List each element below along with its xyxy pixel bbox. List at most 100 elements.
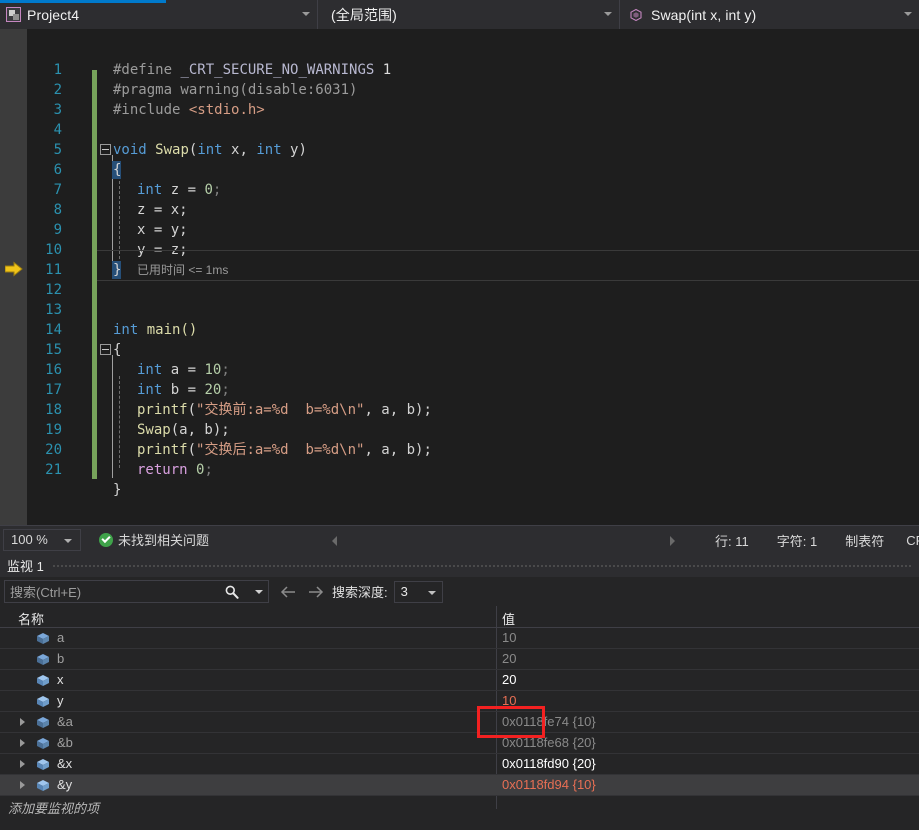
code-line-8: z = x; — [137, 202, 188, 218]
code-line-2: #pragma warning(disable:6031) — [113, 80, 357, 100]
code-line-13: int main() — [113, 320, 197, 340]
method-icon — [628, 7, 644, 23]
check-circle-icon — [99, 532, 113, 547]
watch-value[interactable]: 20 — [502, 651, 516, 666]
line-number: 18 — [45, 402, 62, 418]
chevron-down-icon — [904, 12, 912, 16]
line-number: 3 — [53, 102, 62, 118]
table-row[interactable]: &b 0x0118fe68 {20} — [0, 733, 919, 754]
magnifier-icon[interactable] — [224, 584, 240, 600]
line-number: 1 — [53, 62, 62, 78]
expand-chevron-icon[interactable] — [20, 781, 25, 789]
token-return: return — [137, 462, 188, 478]
line-number: 13 — [45, 302, 62, 318]
expand-chevron-icon[interactable] — [20, 760, 25, 768]
line-number: 19 — [45, 422, 62, 438]
watch-name: &b — [57, 735, 73, 750]
table-row[interactable]: y 10 — [0, 691, 919, 712]
zoom-level-dropdown[interactable]: 100 % — [3, 528, 81, 551]
token-brace: { — [113, 162, 122, 178]
token-fn-main: main() — [138, 322, 198, 338]
column-indicator: 字符: 1 — [776, 533, 818, 549]
line-number: 7 — [53, 182, 62, 198]
search-options-chevron-icon[interactable] — [255, 590, 263, 594]
line-number: 4 — [53, 122, 62, 138]
token-args: (a, b); — [170, 422, 230, 438]
code-line-14: { — [113, 340, 121, 360]
code-line-9: x = y; — [137, 222, 188, 238]
search-next-button[interactable] — [304, 581, 326, 603]
search-previous-button[interactable] — [278, 581, 300, 603]
expand-chevron-icon[interactable] — [20, 739, 25, 747]
status-bar-right-group: 行: 11 字符: 1 制表符 CR — [715, 526, 919, 554]
watch-value[interactable]: 0x0118fd94 {10} — [502, 777, 596, 792]
column-header-value[interactable]: 值 — [502, 609, 515, 628]
add-watch-item-placeholder: 添加要监视的项 — [8, 801, 100, 816]
token-paren: ( — [187, 402, 197, 418]
watch-name: x — [57, 672, 64, 687]
code-text-area[interactable]: #define _CRT_SECURE_NO_WARNINGS 1 #pragm… — [97, 29, 919, 525]
expand-chevron-icon[interactable] — [20, 718, 25, 726]
table-row[interactable]: &x 0x0118fd90 {20} — [0, 754, 919, 775]
watch-value[interactable]: 0x0118fe74 {10} — [502, 714, 596, 729]
line-number: 5 — [53, 142, 62, 158]
add-watch-item-row[interactable]: 添加要监视的项 — [0, 796, 919, 818]
token-int2: int — [247, 142, 282, 158]
active-document-accent — [0, 0, 166, 3]
search-input[interactable]: 搜索(Ctrl+E) — [4, 580, 269, 603]
code-line-7: int z = 0; — [137, 180, 221, 200]
line-number: 17 — [45, 382, 62, 398]
token-int: int — [137, 182, 163, 198]
next-issue-arrow-icon[interactable] — [670, 536, 675, 546]
watch-name: &x — [57, 756, 73, 771]
watch-value[interactable]: 0x0118fe68 {20} — [502, 735, 596, 750]
code-line-16: int b = 20; — [137, 380, 230, 400]
eol-indicator: CR — [906, 532, 919, 548]
token-var-z: z = — [162, 182, 205, 198]
indent-guide-main — [119, 376, 120, 468]
editor-navigation-bar: Project4 (全局范围) Swap(int x, int y) — [0, 0, 919, 29]
token-semicolon: ; — [212, 182, 222, 198]
member-dropdown[interactable]: Swap(int x, int y) — [620, 0, 919, 29]
token-header: <stdio.h> — [188, 102, 265, 118]
watch-panel-title-bar[interactable]: 监视 1 — [0, 553, 919, 577]
project-dropdown[interactable]: Project4 — [0, 0, 318, 29]
search-depth-dropdown[interactable]: 3 — [393, 580, 443, 603]
table-row[interactable]: b 20 — [0, 649, 919, 670]
token-var-a: a = — [162, 362, 205, 378]
token-fn-printf: printf — [137, 402, 188, 418]
elapsed-time-annotation: 已用时间 <= 1ms — [137, 263, 229, 277]
token-brace: } — [113, 482, 122, 498]
watch-value[interactable]: 20 — [502, 672, 516, 687]
watch-value[interactable]: 10 — [502, 693, 516, 708]
problems-status-label: 未找到相关问题 — [118, 533, 210, 548]
table-row[interactable]: &a 0x0118fe74 {10} — [0, 712, 919, 733]
collapse-region-main-icon[interactable] — [100, 344, 111, 355]
watch-value[interactable]: 10 — [502, 630, 516, 645]
token-brace: { — [113, 342, 122, 358]
title-dotted-rule — [51, 563, 911, 567]
collapse-region-swap-icon[interactable] — [100, 144, 111, 155]
chevron-down-icon — [604, 12, 612, 16]
watch-panel-title: 监视 1 — [7, 558, 44, 574]
scope-dropdown[interactable]: (全局范围) — [318, 0, 620, 29]
column-header-name[interactable]: 名称 — [18, 609, 44, 628]
token-semicolon: ; — [204, 462, 213, 478]
table-row[interactable]: a 10 — [0, 628, 919, 649]
line-number: 16 — [45, 362, 62, 378]
code-editor[interactable]: 1 2 3 4 5 6 7 8 9 10 11 12 13 14 15 16 1… — [0, 29, 919, 525]
variable-icon — [36, 632, 50, 645]
project-icon — [6, 7, 21, 22]
watch-name: b — [57, 651, 65, 666]
code-line-18: Swap(a, b); — [137, 420, 230, 440]
line-number: 21 — [45, 462, 62, 478]
watch-grid[interactable]: 名称 值 a 10 b 20 x 20 y 10 &a 0x0118fe74 {… — [0, 606, 919, 830]
token-semicolon: ; — [221, 362, 230, 378]
previous-issue-arrow-icon[interactable] — [332, 536, 337, 546]
token-string-after: "交换后:a=%d b=%d\n" — [196, 442, 365, 458]
watch-value[interactable]: 0x0118fd90 {20} — [502, 756, 596, 771]
table-row[interactable]: x 20 — [0, 670, 919, 691]
table-row[interactable]: &y 0x0118fd94 {10} — [0, 775, 919, 796]
line-number: 14 — [45, 322, 62, 338]
token-void: void — [113, 142, 147, 158]
